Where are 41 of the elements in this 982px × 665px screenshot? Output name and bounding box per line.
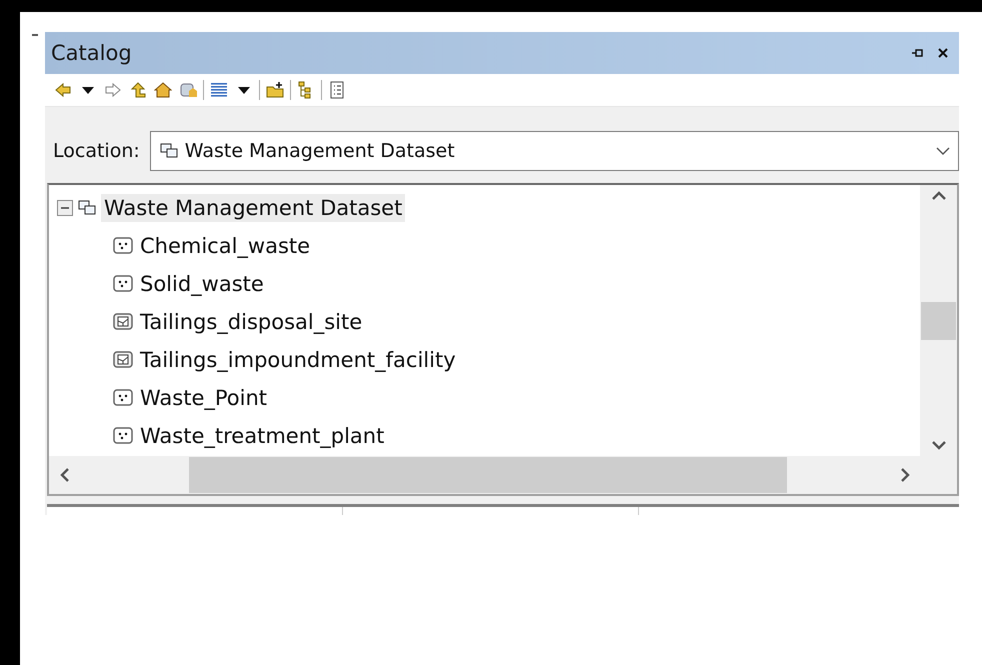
dataset-icon	[77, 199, 97, 217]
point-layer-icon	[113, 427, 133, 445]
forward-arrow-button[interactable]	[103, 80, 123, 100]
list-view-icon	[210, 81, 228, 99]
collapse-button[interactable]	[57, 200, 73, 216]
scrollbar-thumb[interactable]	[189, 457, 787, 493]
scrollbar-thumb[interactable]	[921, 302, 956, 340]
point-layer-icon	[113, 237, 133, 255]
home-icon	[154, 81, 172, 99]
tree-item[interactable]: Tailings_disposal_site	[137, 308, 366, 336]
tree-item[interactable]: Chemical_waste	[137, 232, 314, 260]
up-arrow-button[interactable]	[128, 80, 148, 100]
tree-item[interactable]: Waste Management Dataset	[101, 194, 406, 222]
polygon-layer-icon	[113, 313, 133, 331]
chevron-down-icon	[932, 441, 946, 450]
connect-folder-button[interactable]	[265, 80, 285, 100]
pin-icon	[911, 48, 923, 58]
tree-item[interactable]: Tailings_impoundment_facility	[137, 346, 459, 374]
chevron-up-icon	[932, 191, 946, 200]
tree-item[interactable]: Waste_Point	[137, 384, 270, 412]
forward-arrow-icon	[104, 81, 122, 99]
chevron-right-icon	[900, 468, 910, 482]
point-layer-icon	[113, 389, 133, 407]
dataset-icon	[158, 142, 179, 160]
connect-folder-icon	[266, 81, 284, 99]
tree-item[interactable]: Waste_treatment_plant	[137, 422, 388, 450]
details-icon	[328, 81, 346, 99]
point-layer-icon	[113, 275, 133, 293]
chevron-down-icon	[936, 147, 950, 155]
chevron-left-icon	[60, 468, 68, 482]
polygon-layer-icon	[113, 351, 133, 369]
back-arrow-button[interactable]	[53, 80, 73, 100]
close-icon	[938, 48, 948, 58]
database-home-icon	[179, 81, 197, 99]
back-arrow-icon	[54, 81, 72, 99]
home-button[interactable]	[153, 80, 173, 100]
location-dropdown[interactable]: Waste Management Dataset	[150, 131, 959, 171]
tree-item[interactable]: Solid_waste	[137, 270, 267, 298]
up-arrow-icon	[129, 81, 147, 99]
window-title: Catalog	[51, 41, 132, 65]
location-label: Location:	[53, 140, 140, 162]
